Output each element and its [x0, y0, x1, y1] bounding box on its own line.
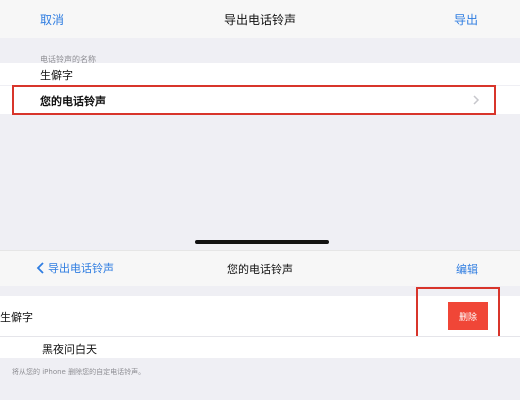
export-page-title: 导出电话铃声 — [223, 13, 296, 27]
ringtone-name-value: 生僻字 — [40, 69, 73, 82]
export-button[interactable]: 导出 — [454, 11, 478, 28]
ringtone-name-field[interactable]: 生僻字 — [0, 63, 520, 85]
ringtone-name: 黑夜问白天 — [42, 343, 97, 356]
delete-footnote: 将从您的 iPhone 删除您的自定电话铃声。 — [12, 368, 146, 376]
ringtones-nav-bar: 导出电话铃声 您的电话铃声 编辑 — [0, 250, 520, 286]
highlight-box-ringtone-row — [12, 85, 496, 115]
home-indicator — [195, 240, 329, 244]
export-ringtone-screen: 取消 导出电话铃声 导出 电话铃声的名称 生僻字 您的电话铃声 — [0, 0, 520, 250]
ringtone-name: 生僻字 — [0, 311, 33, 324]
highlight-box-delete — [416, 287, 500, 343]
list-item[interactable]: 黑夜问白天 — [0, 336, 520, 358]
edit-button[interactable]: 编辑 — [456, 261, 478, 277]
ringtones-page-title: 您的电话铃声 — [227, 263, 293, 276]
your-ringtones-screen: 导出电话铃声 您的电话铃声 编辑 生僻字 删除 黑夜问白天 将从您的 iPhon… — [0, 250, 520, 400]
export-nav-bar: 取消 导出电话铃声 导出 — [0, 0, 520, 38]
